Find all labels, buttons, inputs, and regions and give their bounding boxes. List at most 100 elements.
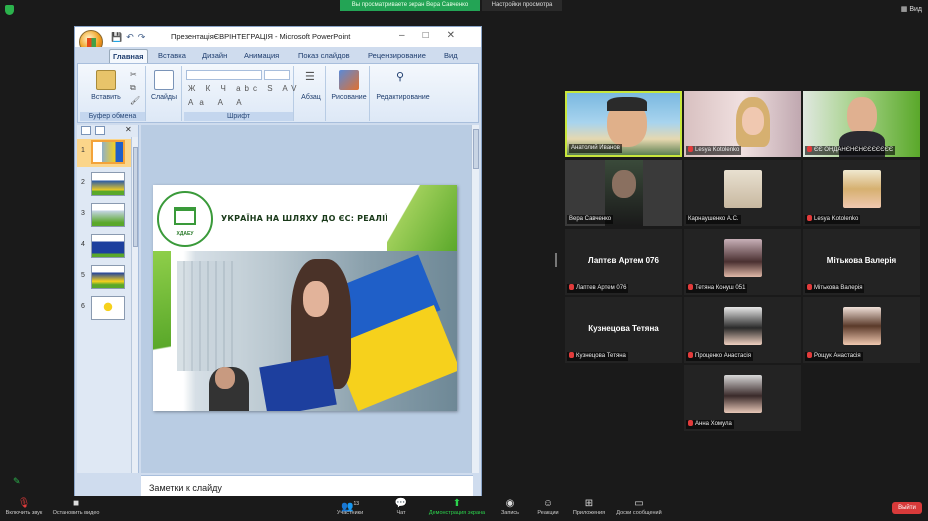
security-shield-icon[interactable] (5, 5, 14, 15)
top-bar: Вы просматриваете экран Вера Савченко На… (0, 0, 928, 20)
tab-view[interactable]: Вид (441, 49, 461, 63)
apps-icon: ⊞ (584, 498, 594, 509)
participant-tile[interactable]: Карнаушенко А.С. (684, 160, 801, 226)
outline-tab[interactable] (95, 126, 105, 135)
paste-button[interactable]: Вставить (86, 94, 126, 101)
reactions-button[interactable]: ☺ Реакции (534, 498, 562, 516)
editing-button[interactable]: Редактирование (372, 94, 434, 101)
drawing-button[interactable]: Рисование (328, 94, 370, 101)
mic-muted-icon (688, 352, 693, 359)
mute-button[interactable]: 🎙 Включить звук (4, 498, 44, 516)
chat-icon: 💬 (394, 498, 408, 509)
slides-button[interactable]: Слайды (148, 94, 180, 101)
avatar (843, 170, 881, 208)
leave-button[interactable]: Выйти (892, 502, 922, 514)
slide-thumbnail[interactable]: 3 (77, 202, 135, 230)
shapes-icon[interactable] (339, 70, 359, 90)
mic-muted-icon (688, 284, 693, 291)
share-screen-button[interactable]: ⬆ Демонстрация экрана (424, 498, 490, 516)
whiteboard-button[interactable]: ▭ Доски сообщений (612, 498, 666, 516)
cut-icon[interactable]: ✂ (130, 70, 137, 79)
ppt-titlebar: 💾↶↷ ПрезентаціяЄВРІНТЕГРАЦІЯ - Microsoft… (75, 27, 481, 54)
zoom-meeting-window: Вы просматриваете экран Вера Савченко На… (0, 0, 928, 521)
participant-tile[interactable]: Мiтькова Валерiя Мiтькова Валерiя (803, 229, 920, 295)
apps-button[interactable]: ⊞ Приложения (570, 498, 608, 516)
clipboard-group-label: Буфер обмена (80, 112, 145, 121)
paragraph-button[interactable]: Абзац (296, 94, 326, 101)
splitter-handle[interactable] (555, 253, 557, 267)
slide-thumbnail[interactable]: 1 (77, 139, 135, 167)
share-banner: Вы просматриваете экран Вера Савченко (340, 0, 480, 11)
participant-tile[interactable]: Проценко Анастасія (684, 297, 801, 363)
font-group: Ж К Ч abc S AV Aa A A Шрифт (184, 66, 296, 121)
participant-tile[interactable]: Вера Савченко (565, 160, 682, 226)
current-slide[interactable]: ХДАЕУ УКРАЇНА НА ШЛЯХУ ДО ЄС: РЕАЛІЇ І П… (153, 185, 457, 411)
avatar (843, 307, 881, 345)
slide-thumbnail[interactable]: 2 (77, 171, 135, 199)
paste-icon[interactable] (96, 70, 116, 90)
font-name-select[interactable] (186, 70, 262, 80)
pencil-icon[interactable]: ✎ (13, 476, 21, 487)
editor-scrollbar[interactable] (471, 125, 479, 473)
view-button[interactable]: ▦ Вид (901, 5, 922, 13)
font-format-buttons[interactable]: Ж К Ч abc S AV (188, 84, 300, 93)
participant-tile[interactable]: Lesya Kotolenko (684, 91, 801, 157)
record-button[interactable]: ◉ Запись (498, 498, 522, 516)
tab-insert[interactable]: Вставка (155, 49, 189, 63)
slides-tab[interactable] (81, 126, 91, 135)
participant-name: Анна Хомула (686, 420, 734, 429)
pane-tabs: ✕ (79, 125, 135, 137)
mic-muted-icon (688, 420, 693, 427)
mic-muted-icon (807, 146, 812, 153)
green-decoration (387, 185, 457, 251)
tab-home[interactable]: Главная (109, 49, 148, 63)
slide-thumbnail[interactable]: 6 (77, 295, 135, 323)
view-options-button[interactable]: Настройки просмотра (482, 0, 562, 11)
tab-review[interactable]: Рецензирование (365, 49, 429, 63)
mic-muted-icon (569, 352, 574, 359)
mic-muted-icon (807, 284, 812, 291)
participant-name: Проценко Анастасія (686, 352, 753, 361)
mic-muted-icon (807, 215, 812, 222)
tab-design[interactable]: Дизайн (199, 49, 230, 63)
participant-name: Карнаушенко А.С. (686, 215, 741, 224)
new-slide-icon[interactable] (154, 70, 174, 90)
powerpoint-window: 💾↶↷ ПрезентаціяЄВРІНТЕГРАЦІЯ - Microsoft… (74, 26, 482, 498)
ribbon: Вставить ✂ ⧉ 🖌 Буфер обмена Слайды Ж К Ч… (77, 63, 479, 123)
window-controls[interactable]: –□✕ (399, 30, 473, 41)
participant-tile[interactable]: Lesya Kotolenko (803, 160, 920, 226)
slide-notes[interactable]: Заметки к слайду (141, 475, 473, 497)
tab-slideshow[interactable]: Показ слайдов (295, 49, 353, 63)
mic-off-icon: 🎙 (17, 498, 31, 509)
binoculars-icon[interactable]: ⚲ (396, 70, 404, 83)
participant-tile[interactable]: Лаптєв Артем 076 Лаптев Артем 076 (565, 229, 682, 295)
participant-tile[interactable]: Тетяна Конуш 051 (684, 229, 801, 295)
participant-tile[interactable]: Рощук Анастасія (803, 297, 920, 363)
participant-tile[interactable]: Анна Хомула (684, 365, 801, 431)
participant-name: Рощук Анастасія (805, 352, 863, 361)
slide-thumbnail[interactable]: 4 (77, 233, 135, 261)
paragraph-icon[interactable]: ☰ (305, 70, 315, 83)
copy-icon[interactable]: ⧉ (130, 83, 136, 93)
video-button[interactable]: ■ Остановить видео (50, 498, 102, 516)
quick-access-toolbar[interactable]: 💾↶↷ (111, 32, 149, 43)
font-size-select[interactable] (264, 70, 290, 80)
slide-thumbnail[interactable]: 5 (77, 264, 135, 292)
ribbon-tabs: Главная Вставка Дизайн Анимация Показ сл… (75, 47, 481, 63)
avatar (724, 307, 762, 345)
slides-pane: ✕ 1 2 3 4 5 6 (77, 125, 139, 473)
format-painter-icon[interactable]: 🖌 (130, 96, 140, 105)
font-group-label: Шрифт (184, 112, 293, 121)
record-icon: ◉ (505, 498, 515, 509)
font-size-buttons[interactable]: Aa A A (188, 98, 248, 107)
participant-name: ЄЄ ОНДАНЄНЄНЄЄЄЄЄЄЄ (805, 146, 896, 155)
chat-button[interactable]: 💬 Чат (390, 498, 412, 516)
tab-animation[interactable]: Анимация (241, 49, 282, 63)
participant-tile[interactable]: ЄЄ ОНДАНЄНЄНЄЄЄЄЄЄЄ (803, 91, 920, 157)
participant-display-name: Кузнецова Тетяна (588, 324, 659, 333)
participant-tile[interactable]: Анатолий Иванов (565, 91, 682, 157)
participants-button[interactable]: 👥13 Участники (330, 498, 370, 516)
slides-pane-scrollbar[interactable] (131, 137, 138, 473)
participant-tile[interactable]: Кузнецова Тетяна Кузнецова Тетяна (565, 297, 682, 363)
close-icon[interactable]: ✕ (125, 125, 132, 134)
